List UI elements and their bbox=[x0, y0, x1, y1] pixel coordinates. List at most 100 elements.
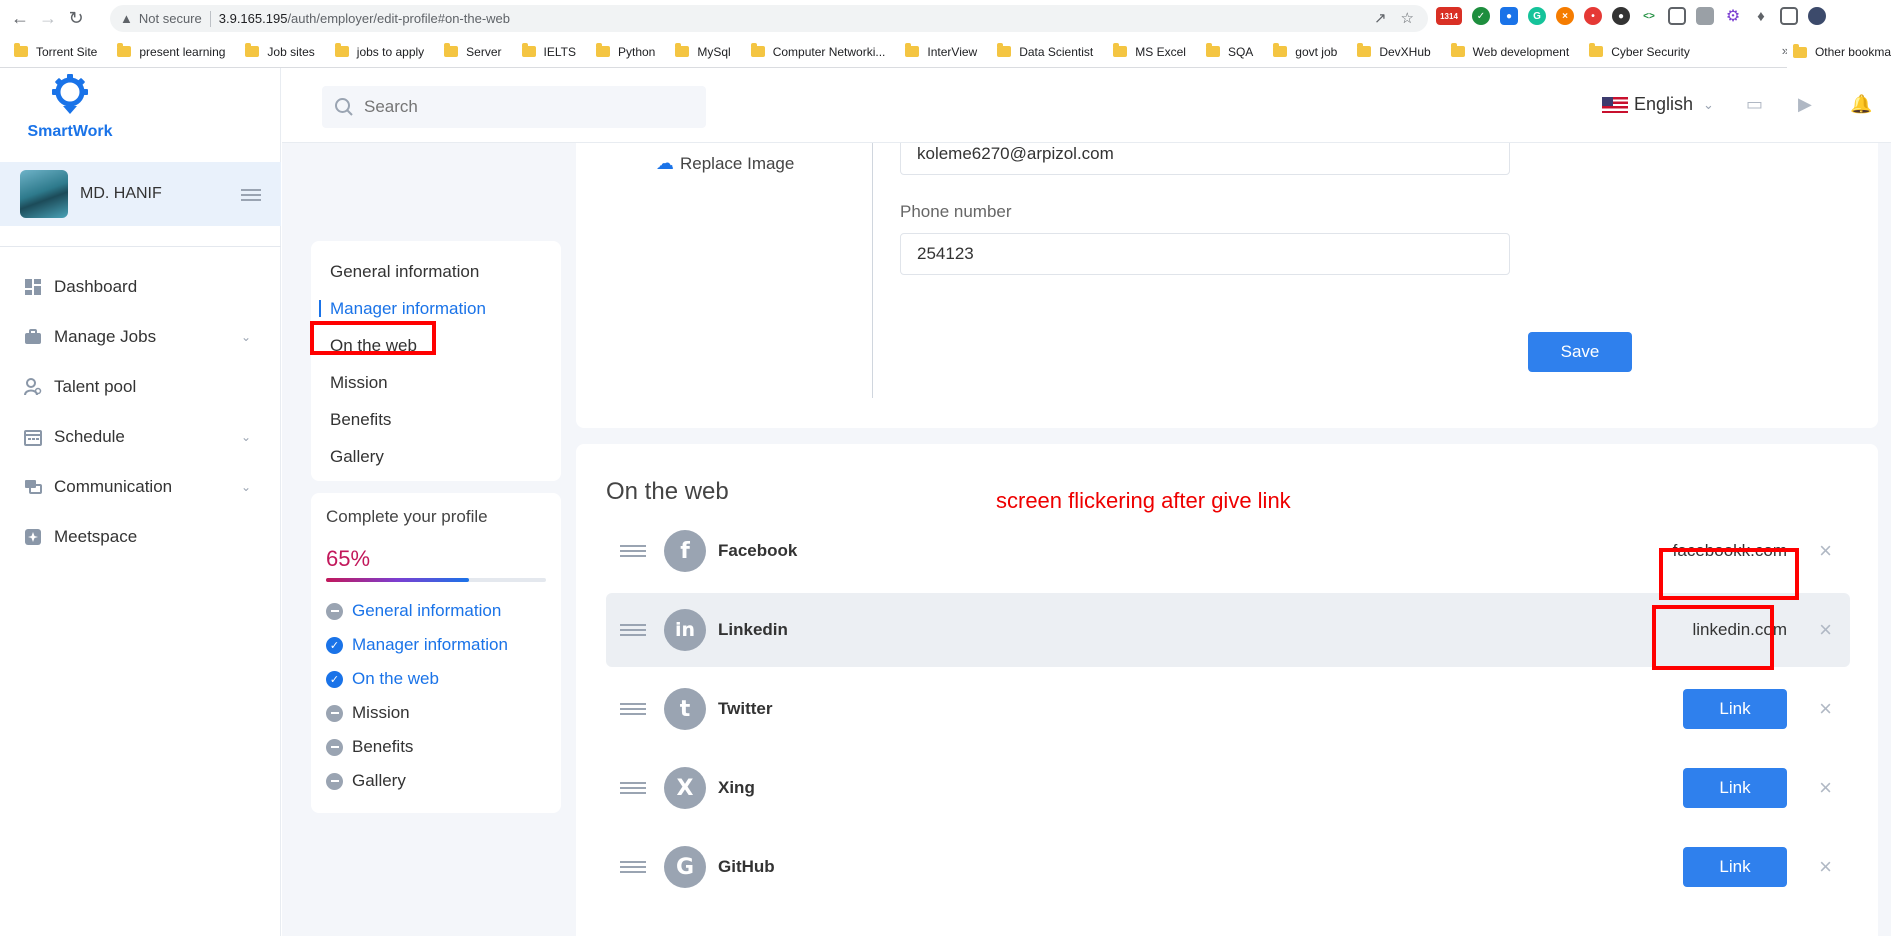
checklist-item[interactable]: Gallery bbox=[326, 764, 546, 798]
menu-toggle-icon[interactable] bbox=[241, 189, 261, 204]
gmail-badge: 1314 bbox=[1440, 11, 1458, 21]
phone-field[interactable]: 254123 bbox=[900, 233, 1510, 275]
bookmark-item[interactable]: IELTS bbox=[521, 43, 576, 59]
gray-extension-icon[interactable] bbox=[1696, 7, 1714, 25]
shield-extension-icon[interactable]: ✓ bbox=[1472, 7, 1490, 25]
nav-benefits[interactable]: Benefits bbox=[311, 401, 561, 438]
orange-extension-icon[interactable]: × bbox=[1556, 7, 1574, 25]
bookmark-item[interactable]: Computer Networki... bbox=[750, 43, 886, 59]
bookmark-item[interactable]: MySql bbox=[675, 43, 731, 59]
checklist-item[interactable]: General information bbox=[326, 594, 546, 628]
checklist-label: Benefits bbox=[352, 737, 414, 756]
search-icon bbox=[335, 98, 353, 116]
language-selector[interactable]: English ⌄ bbox=[1602, 94, 1714, 115]
check-circle-icon: ✓ bbox=[326, 670, 343, 688]
drag-handle-icon[interactable] bbox=[620, 621, 646, 639]
search-box[interactable] bbox=[322, 86, 706, 128]
bookmark-item[interactable]: Web development bbox=[1450, 43, 1569, 59]
bookmark-item[interactable]: MS Excel bbox=[1113, 43, 1186, 59]
sidebar-item-talent-pool[interactable]: Talent pool bbox=[0, 362, 281, 412]
forward-icon[interactable]: → bbox=[34, 4, 62, 32]
drag-handle-icon[interactable] bbox=[620, 858, 646, 876]
bookmark-item[interactable]: InterView bbox=[905, 43, 977, 59]
share-icon[interactable]: ↗ bbox=[1374, 9, 1387, 27]
twitter-link-button[interactable]: Link bbox=[1683, 689, 1787, 729]
bookmark-item[interactable]: present learning bbox=[117, 43, 225, 59]
address-bar[interactable]: ▲ Not secure 3.9.165.195/auth/employer/e… bbox=[110, 5, 1428, 32]
code-extension-icon[interactable]: <> bbox=[1640, 7, 1658, 25]
sidebar-item-manage-jobs[interactable]: Manage Jobs ⌄ bbox=[0, 312, 281, 362]
sidepanel-icon[interactable] bbox=[1780, 7, 1798, 25]
checklist-item[interactable]: Benefits bbox=[326, 730, 546, 764]
xing-icon: X bbox=[664, 767, 706, 809]
star-icon[interactable]: ☆ bbox=[1401, 9, 1414, 27]
checklist-label: Manager information bbox=[352, 635, 508, 654]
extensions-tray: 1314 ✓ ● G × • ● <> ⚙ ♦ bbox=[1436, 7, 1826, 25]
bookmark-item[interactable]: Torrent Site bbox=[14, 43, 97, 59]
bookmark-item[interactable]: Python bbox=[595, 43, 655, 59]
fox-extension-icon[interactable]: ● bbox=[1612, 7, 1630, 25]
checklist-item[interactable]: Mission bbox=[326, 696, 546, 730]
sidebar-item-dashboard[interactable]: Dashboard bbox=[0, 262, 281, 312]
bookmark-item[interactable]: Job sites bbox=[245, 43, 315, 59]
remove-icon[interactable]: × bbox=[1819, 854, 1832, 880]
checklist-item[interactable]: ✓ Manager information bbox=[326, 628, 546, 662]
sidebar-item-label: Talent pool bbox=[54, 377, 137, 396]
puzzle-icon[interactable]: ♦ bbox=[1752, 7, 1770, 25]
remove-icon[interactable]: × bbox=[1819, 617, 1832, 643]
bookmark-label: Computer Networki... bbox=[772, 44, 886, 59]
incomplete-icon bbox=[326, 772, 343, 790]
sidebar-item-meetspace[interactable]: Meetspace bbox=[0, 512, 281, 562]
remove-icon[interactable]: × bbox=[1819, 538, 1832, 564]
sidebar-item-communication[interactable]: Communication ⌄ bbox=[0, 462, 281, 512]
gear-extension-icon[interactable]: ⚙ bbox=[1724, 7, 1742, 25]
progress-checklist: General information ✓ Manager information… bbox=[326, 594, 546, 798]
github-link-button[interactable]: Link bbox=[1683, 847, 1787, 887]
sidebar-menu: Dashboard Manage Jobs ⌄ Talent pool Sche… bbox=[0, 262, 281, 562]
remove-icon[interactable]: × bbox=[1819, 775, 1832, 801]
replace-image-button[interactable]: ☁ Replace Image bbox=[656, 153, 794, 174]
reload-icon[interactable]: ↻ bbox=[62, 4, 90, 32]
sidebar-item-schedule[interactable]: Schedule ⌄ bbox=[0, 412, 281, 462]
bookmark-item[interactable]: Server bbox=[444, 43, 502, 59]
user-card[interactable]: MD. HANIF bbox=[0, 162, 281, 226]
bookmark-item[interactable]: Cyber Security bbox=[1589, 43, 1690, 59]
back-icon[interactable]: ← bbox=[6, 4, 34, 32]
screenshot-extension-icon[interactable] bbox=[1668, 7, 1686, 25]
search-input[interactable] bbox=[364, 97, 684, 117]
bookmark-item[interactable]: SQA bbox=[1205, 43, 1253, 59]
nav-gallery[interactable]: Gallery bbox=[311, 438, 561, 475]
folder-icon bbox=[595, 43, 610, 57]
logo[interactable]: SmartWork bbox=[18, 74, 122, 141]
remove-icon[interactable]: × bbox=[1819, 696, 1832, 722]
folder-icon bbox=[1205, 43, 1220, 57]
bookmark-item[interactable]: jobs to apply bbox=[334, 43, 424, 59]
folder-icon bbox=[1792, 43, 1807, 58]
bookmark-item[interactable]: DevXHub bbox=[1357, 43, 1431, 59]
phone-value: 254123 bbox=[917, 244, 974, 263]
social-name: Xing bbox=[718, 778, 755, 797]
checklist-item[interactable]: ✓ On the web bbox=[326, 662, 546, 696]
url-text: 3.9.165.195/auth/employer/edit-profile#o… bbox=[219, 11, 510, 26]
drag-handle-icon[interactable] bbox=[620, 700, 646, 718]
bell-icon[interactable]: 🔔 bbox=[1850, 94, 1872, 115]
other-bookmarks[interactable]: Other bookma bbox=[1786, 36, 1891, 68]
red-extension-icon[interactable]: • bbox=[1584, 7, 1602, 25]
drop-extension-icon[interactable]: ● bbox=[1500, 7, 1518, 25]
gmail-extension-icon[interactable]: 1314 bbox=[1436, 7, 1462, 25]
folder-icon bbox=[14, 43, 28, 57]
profile-avatar-icon[interactable] bbox=[1808, 7, 1826, 25]
grammarly-extension-icon[interactable]: G bbox=[1528, 7, 1546, 25]
drag-handle-icon[interactable] bbox=[620, 779, 646, 797]
bookmark-item[interactable]: govt job bbox=[1273, 43, 1337, 59]
xing-link-button[interactable]: Link bbox=[1683, 768, 1787, 808]
bookmark-item[interactable]: Data Scientist bbox=[997, 43, 1093, 59]
nav-mission[interactable]: Mission bbox=[311, 364, 561, 401]
bookmark-label: Job sites bbox=[267, 44, 315, 59]
drag-handle-icon[interactable] bbox=[620, 542, 646, 560]
messages-icon[interactable]: ▭ bbox=[1746, 94, 1763, 115]
folder-icon bbox=[1589, 43, 1604, 57]
save-button[interactable]: Save bbox=[1528, 332, 1632, 372]
nav-general-information[interactable]: General information bbox=[311, 253, 561, 290]
video-icon[interactable]: ▶ bbox=[1798, 94, 1812, 115]
